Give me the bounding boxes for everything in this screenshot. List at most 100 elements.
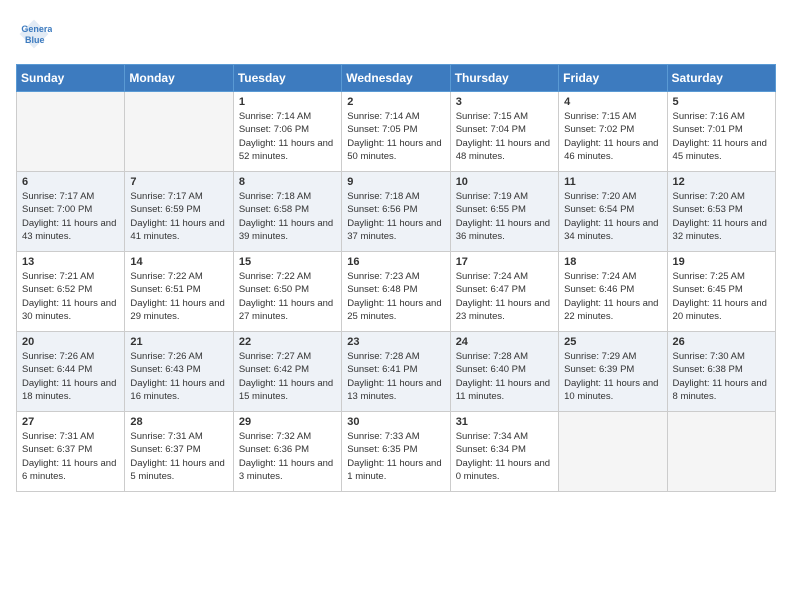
day-info: Sunrise: 7:18 AM Sunset: 6:58 PM Dayligh… [239,190,336,243]
logo: General Blue [16,16,56,52]
svg-text:General: General [21,24,52,34]
day-cell: 26 Sunrise: 7:30 AM Sunset: 6:38 PM Dayli… [667,332,775,412]
page-header: General Blue [16,16,776,52]
day-cell: 20Sunrise: 7:26 AM Sunset: 6:44 PM Dayli… [17,332,125,412]
col-header-saturday: Saturday [667,65,775,92]
day-cell: 25Sunrise: 7:29 AM Sunset: 6:39 PM Dayli… [559,332,667,412]
day-number: 19 [673,256,770,268]
day-info: Sunrise: 7:26 AM Sunset: 6:43 PM Dayligh… [130,350,227,403]
day-cell: 15Sunrise: 7:22 AM Sunset: 6:50 PM Dayli… [233,252,341,332]
day-cell: 16 Sunrise: 7:23 AM Sunset: 6:48 PM Dayli… [342,252,450,332]
day-cell: 10 Sunrise: 7:19 AM Sunset: 6:55 PM Dayli… [450,172,558,252]
day-number: 21 [130,336,227,348]
day-cell [667,412,775,492]
day-info: Sunrise: 7:28 AM Sunset: 6:40 PM Dayligh… [456,350,553,403]
day-info: Sunrise: 7:24 AM Sunset: 6:47 PM Dayligh… [456,270,553,323]
day-info: Sunrise: 7:23 AM Sunset: 6:48 PM Dayligh… [347,270,444,323]
calendar-table: SundayMondayTuesdayWednesdayThursdayFrid… [16,64,776,492]
day-info: Sunrise: 7:19 AM Sunset: 6:55 PM Dayligh… [456,190,553,243]
day-cell [125,92,233,172]
day-info: Sunrise: 7:25 AM Sunset: 6:45 PM Dayligh… [673,270,770,323]
week-row-5: 27 Sunrise: 7:31 AM Sunset: 6:37 PM Dayli… [17,412,776,492]
day-info: Sunrise: 7:33 AM Sunset: 6:35 PM Dayligh… [347,430,444,483]
day-cell: 13 Sunrise: 7:21 AM Sunset: 6:52 PM Dayli… [17,252,125,332]
day-info: Sunrise: 7:24 AM Sunset: 6:46 PM Dayligh… [564,270,661,323]
col-header-monday: Monday [125,65,233,92]
day-info: Sunrise: 7:31 AM Sunset: 6:37 PM Dayligh… [22,430,119,483]
week-row-3: 13 Sunrise: 7:21 AM Sunset: 6:52 PM Dayli… [17,252,776,332]
day-number: 7 [130,176,227,188]
day-cell [559,412,667,492]
day-info: Sunrise: 7:22 AM Sunset: 6:50 PM Dayligh… [239,270,336,323]
day-cell: 11Sunrise: 7:20 AM Sunset: 6:54 PM Dayli… [559,172,667,252]
week-row-2: 6Sunrise: 7:17 AM Sunset: 7:00 PM Daylig… [17,172,776,252]
day-number: 3 [456,96,553,108]
day-number: 16 [347,256,444,268]
week-row-4: 20Sunrise: 7:26 AM Sunset: 6:44 PM Dayli… [17,332,776,412]
day-cell: 24 Sunrise: 7:28 AM Sunset: 6:40 PM Dayli… [450,332,558,412]
week-row-1: 1 Sunrise: 7:14 AM Sunset: 7:06 PM Daylig… [17,92,776,172]
day-info: Sunrise: 7:14 AM Sunset: 7:06 PM Dayligh… [239,110,336,163]
day-number: 26 [673,336,770,348]
day-info: Sunrise: 7:28 AM Sunset: 6:41 PM Dayligh… [347,350,444,403]
day-info: Sunrise: 7:15 AM Sunset: 7:02 PM Dayligh… [564,110,661,163]
day-cell [17,92,125,172]
col-header-friday: Friday [559,65,667,92]
day-cell: 3 Sunrise: 7:15 AM Sunset: 7:04 PM Daylig… [450,92,558,172]
day-number: 13 [22,256,119,268]
day-number: 20 [22,336,119,348]
day-number: 27 [22,416,119,428]
day-cell: 19 Sunrise: 7:25 AM Sunset: 6:45 PM Dayli… [667,252,775,332]
day-cell: 28Sunrise: 7:31 AM Sunset: 6:37 PM Dayli… [125,412,233,492]
day-cell: 9Sunrise: 7:18 AM Sunset: 6:56 PM Daylig… [342,172,450,252]
day-number: 2 [347,96,444,108]
day-number: 1 [239,96,336,108]
day-number: 14 [130,256,227,268]
day-cell: 12 Sunrise: 7:20 AM Sunset: 6:53 PM Dayli… [667,172,775,252]
day-cell: 30 Sunrise: 7:33 AM Sunset: 6:35 PM Dayli… [342,412,450,492]
day-cell: 21 Sunrise: 7:26 AM Sunset: 6:43 PM Dayli… [125,332,233,412]
day-number: 18 [564,256,661,268]
day-info: Sunrise: 7:22 AM Sunset: 6:51 PM Dayligh… [130,270,227,323]
day-cell: 17 Sunrise: 7:24 AM Sunset: 6:47 PM Dayli… [450,252,558,332]
day-cell: 7 Sunrise: 7:17 AM Sunset: 6:59 PM Daylig… [125,172,233,252]
day-info: Sunrise: 7:20 AM Sunset: 6:53 PM Dayligh… [673,190,770,243]
day-cell: 8 Sunrise: 7:18 AM Sunset: 6:58 PM Daylig… [233,172,341,252]
day-info: Sunrise: 7:17 AM Sunset: 6:59 PM Dayligh… [130,190,227,243]
day-cell: 4 Sunrise: 7:15 AM Sunset: 7:02 PM Daylig… [559,92,667,172]
svg-text:Blue: Blue [25,35,45,45]
day-info: Sunrise: 7:15 AM Sunset: 7:04 PM Dayligh… [456,110,553,163]
col-header-sunday: Sunday [17,65,125,92]
col-header-thursday: Thursday [450,65,558,92]
col-header-wednesday: Wednesday [342,65,450,92]
day-info: Sunrise: 7:29 AM Sunset: 6:39 PM Dayligh… [564,350,661,403]
day-info: Sunrise: 7:20 AM Sunset: 6:54 PM Dayligh… [564,190,661,243]
day-number: 12 [673,176,770,188]
day-cell: 27 Sunrise: 7:31 AM Sunset: 6:37 PM Dayli… [17,412,125,492]
day-cell: 23 Sunrise: 7:28 AM Sunset: 6:41 PM Dayli… [342,332,450,412]
day-number: 4 [564,96,661,108]
day-cell: 29Sunrise: 7:32 AM Sunset: 6:36 PM Dayli… [233,412,341,492]
day-number: 23 [347,336,444,348]
calendar-body: 1 Sunrise: 7:14 AM Sunset: 7:06 PM Daylig… [17,92,776,492]
day-number: 28 [130,416,227,428]
day-number: 6 [22,176,119,188]
day-number: 30 [347,416,444,428]
day-cell: 2 Sunrise: 7:14 AM Sunset: 7:05 PM Daylig… [342,92,450,172]
day-number: 8 [239,176,336,188]
day-cell: 14 Sunrise: 7:22 AM Sunset: 6:51 PM Dayli… [125,252,233,332]
day-info: Sunrise: 7:32 AM Sunset: 6:36 PM Dayligh… [239,430,336,483]
day-info: Sunrise: 7:21 AM Sunset: 6:52 PM Dayligh… [22,270,119,323]
day-number: 17 [456,256,553,268]
day-info: Sunrise: 7:18 AM Sunset: 6:56 PM Dayligh… [347,190,444,243]
day-cell: 22Sunrise: 7:27 AM Sunset: 6:42 PM Dayli… [233,332,341,412]
day-cell: 6Sunrise: 7:17 AM Sunset: 7:00 PM Daylig… [17,172,125,252]
day-number: 10 [456,176,553,188]
day-info: Sunrise: 7:27 AM Sunset: 6:42 PM Dayligh… [239,350,336,403]
day-cell: 1 Sunrise: 7:14 AM Sunset: 7:06 PM Daylig… [233,92,341,172]
day-info: Sunrise: 7:30 AM Sunset: 6:38 PM Dayligh… [673,350,770,403]
day-number: 24 [456,336,553,348]
day-cell: 18 Sunrise: 7:24 AM Sunset: 6:46 PM Dayli… [559,252,667,332]
day-cell: 5Sunrise: 7:16 AM Sunset: 7:01 PM Daylig… [667,92,775,172]
day-info: Sunrise: 7:14 AM Sunset: 7:05 PM Dayligh… [347,110,444,163]
